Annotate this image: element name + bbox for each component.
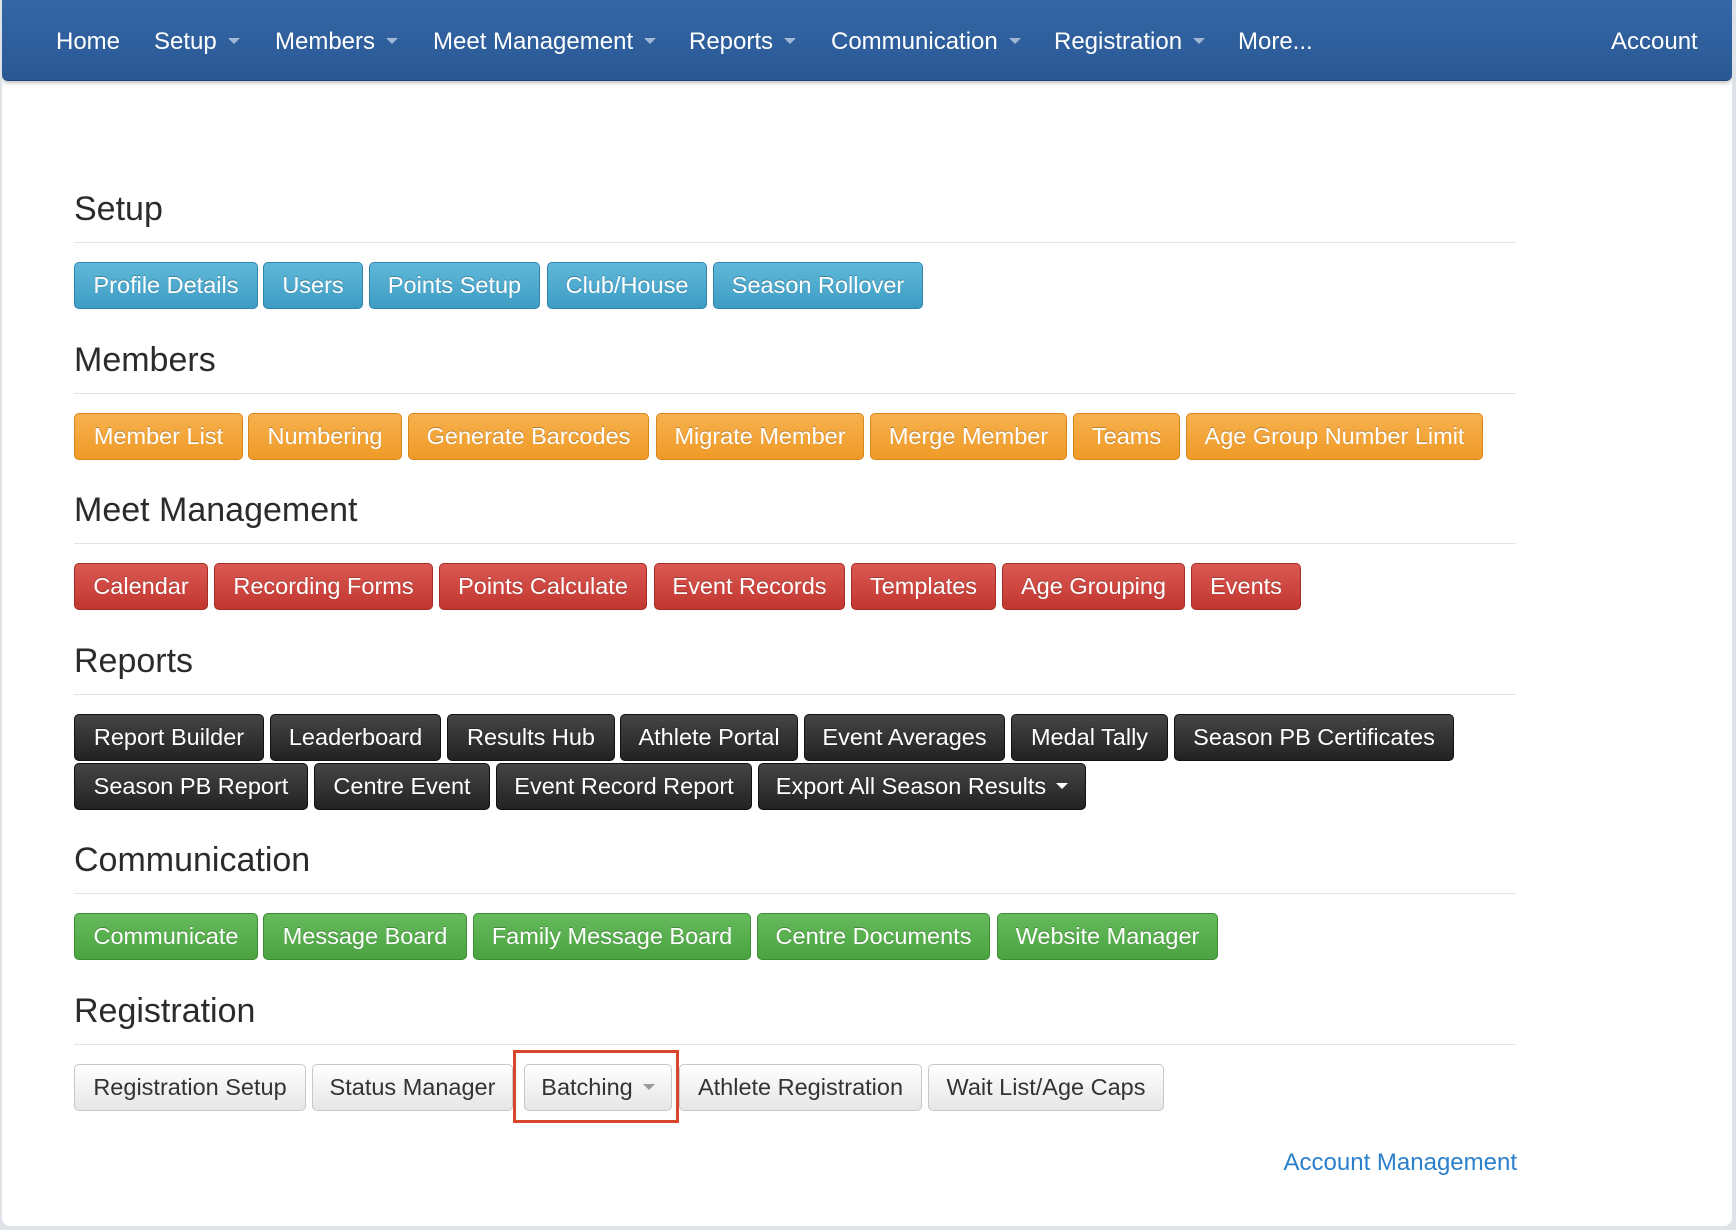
section-title-setup: Setup <box>74 190 163 228</box>
nav-communication-label: Communication <box>831 28 998 55</box>
chevron-down-icon <box>1193 37 1206 44</box>
chevron-down-icon <box>386 37 399 44</box>
account-management-link[interactable]: Account Management <box>1284 1149 1517 1177</box>
divider <box>74 893 1516 894</box>
registration-setup-button[interactable]: Registration Setup <box>74 1064 306 1111</box>
medal-tally-button[interactable]: Medal Tally <box>1011 714 1168 761</box>
merge-member-button[interactable]: Merge Member <box>870 413 1067 460</box>
age-grouping-button[interactable]: Age Grouping <box>1002 563 1185 610</box>
nav-reports[interactable]: Reports <box>689 0 797 80</box>
nav-setup[interactable]: Setup <box>154 0 240 80</box>
export-all-season-results-label: Export All Season Results <box>775 773 1047 799</box>
generate-barcodes-button[interactable]: Generate Barcodes <box>408 413 649 460</box>
nav-registration[interactable]: Registration <box>1054 0 1206 80</box>
leaderboard-button[interactable]: Leaderboard <box>270 714 441 761</box>
section-title-members: Members <box>74 341 216 379</box>
member-list-button[interactable]: Member List <box>74 413 243 460</box>
chevron-down-icon <box>1056 782 1069 789</box>
nav-home[interactable]: Home <box>56 0 120 80</box>
chevron-down-icon <box>227 37 240 44</box>
chevron-down-icon <box>1008 37 1021 44</box>
family-message-board-button[interactable]: Family Message Board <box>473 913 751 960</box>
divider <box>74 393 1516 394</box>
nav-home-label: Home <box>56 28 121 55</box>
numbering-button[interactable]: Numbering <box>248 413 402 460</box>
calendar-button[interactable]: Calendar <box>74 563 208 610</box>
divider <box>74 1044 1516 1045</box>
nav-reports-label: Reports <box>689 28 774 55</box>
users-button[interactable]: Users <box>263 262 363 309</box>
event-records-button[interactable]: Event Records <box>654 563 845 610</box>
athlete-portal-button[interactable]: Athlete Portal <box>620 714 798 761</box>
results-hub-button[interactable]: Results Hub <box>447 714 615 761</box>
wait-list-age-caps-button[interactable]: Wait List/Age Caps <box>928 1064 1164 1111</box>
nav-more-label: More... <box>1238 28 1313 55</box>
nav-communication[interactable]: Communication <box>831 0 1021 80</box>
section-title-registration: Registration <box>74 992 256 1030</box>
nav-members[interactable]: Members <box>275 0 399 80</box>
divider <box>74 242 1516 243</box>
highlight-box <box>513 1050 679 1123</box>
nav-account[interactable]: Account <box>1611 0 1698 80</box>
teams-button[interactable]: Teams <box>1073 413 1180 460</box>
club-house-button[interactable]: Club/House <box>547 262 707 309</box>
report-builder-button[interactable]: Report Builder <box>74 714 264 761</box>
export-all-season-results-button[interactable]: Export All Season Results <box>758 763 1086 810</box>
nav-registration-label: Registration <box>1054 28 1183 55</box>
nav-meet-management-label: Meet Management <box>433 28 634 55</box>
section-title-meet-management: Meet Management <box>74 491 358 529</box>
app-frame: Home Setup Members Meet Management Repor… <box>2 0 1732 1226</box>
centre-documents-button[interactable]: Centre Documents <box>757 913 990 960</box>
nav-more[interactable]: More... <box>1238 0 1313 80</box>
recording-forms-button[interactable]: Recording Forms <box>214 563 433 610</box>
website-manager-button[interactable]: Website Manager <box>997 913 1218 960</box>
message-board-button[interactable]: Message Board <box>263 913 467 960</box>
age-group-number-limit-button[interactable]: Age Group Number Limit <box>1186 413 1483 460</box>
season-pb-report-button[interactable]: Season PB Report <box>74 763 308 810</box>
top-navbar: Home Setup Members Meet Management Repor… <box>2 0 1732 81</box>
migrate-member-button[interactable]: Migrate Member <box>656 413 864 460</box>
profile-details-button[interactable]: Profile Details <box>74 262 258 309</box>
nav-account-label: Account <box>1611 28 1698 55</box>
section-title-reports: Reports <box>74 642 194 680</box>
event-record-report-button[interactable]: Event Record Report <box>496 763 752 810</box>
season-pb-certificates-button[interactable]: Season PB Certificates <box>1174 714 1454 761</box>
points-calculate-button[interactable]: Points Calculate <box>439 563 647 610</box>
centre-event-button[interactable]: Centre Event <box>314 763 490 810</box>
nav-members-label: Members <box>275 28 376 55</box>
communicate-button[interactable]: Communicate <box>74 913 258 960</box>
chevron-down-icon <box>784 37 797 44</box>
divider <box>74 694 1516 695</box>
season-rollover-button[interactable]: Season Rollover <box>713 262 923 309</box>
chevron-down-icon <box>644 37 657 44</box>
event-averages-button[interactable]: Event Averages <box>804 714 1005 761</box>
divider <box>74 543 1516 544</box>
events-button[interactable]: Events <box>1191 563 1301 610</box>
nav-meet-management[interactable]: Meet Management <box>433 0 657 80</box>
status-manager-button[interactable]: Status Manager <box>312 1064 513 1111</box>
section-title-communication: Communication <box>74 841 311 879</box>
nav-setup-label: Setup <box>154 28 217 55</box>
points-setup-button[interactable]: Points Setup <box>369 262 540 309</box>
athlete-registration-button[interactable]: Athlete Registration <box>679 1064 922 1111</box>
templates-button[interactable]: Templates <box>851 563 996 610</box>
